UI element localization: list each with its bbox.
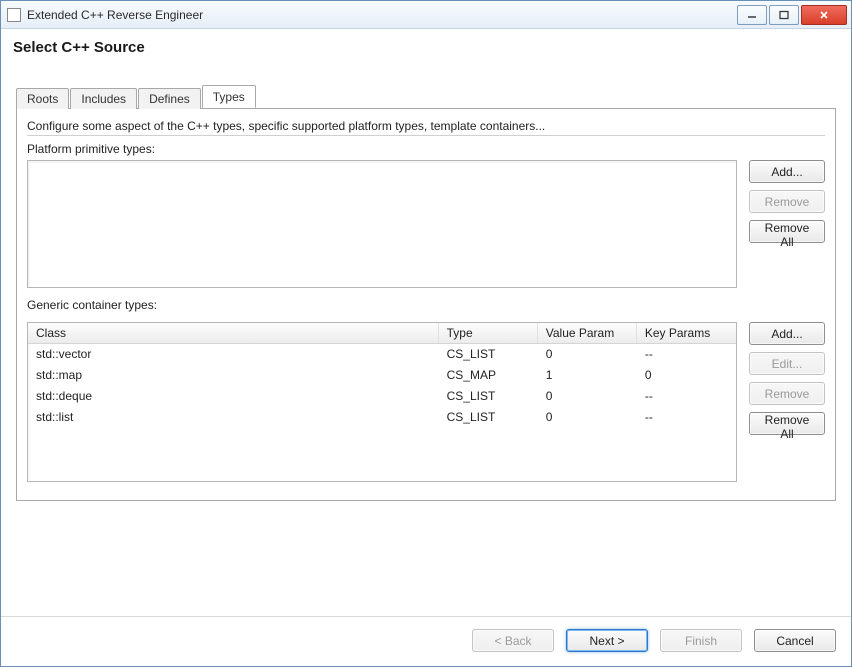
platform-add-button[interactable]: Add... [749,160,825,183]
table-row[interactable]: std::mapCS_MAP10 [28,365,736,386]
app-icon [7,8,21,22]
table-cell: CS_MAP [439,365,538,385]
table-cell: std::list [28,407,439,427]
tab-defines[interactable]: Defines [138,88,201,109]
back-button: < Back [472,629,554,652]
next-button[interactable]: Next > [566,629,648,652]
table-cell: std::deque [28,386,439,406]
cancel-button[interactable]: Cancel [754,629,836,652]
th-type[interactable]: Type [439,323,538,343]
tab-panel: Configure some aspect of the C++ types, … [16,108,836,501]
table-cell: 0 [637,365,736,385]
generic-remove-all-button[interactable]: Remove All [749,412,825,435]
generic-types-label: Generic container types: [27,298,825,312]
window-title: Extended C++ Reverse Engineer [27,8,735,22]
table-cell: -- [637,344,736,364]
description-text: Configure some aspect of the C++ types, … [27,119,825,133]
table-cell: -- [637,386,736,406]
generic-types-table[interactable]: Class Type Value Param Key Params std::v… [27,322,737,482]
table-cell: CS_LIST [439,386,538,406]
titlebar[interactable]: Extended C++ Reverse Engineer [1,1,851,29]
th-class[interactable]: Class [28,323,439,343]
window-controls [735,5,847,25]
table-row[interactable]: std::dequeCS_LIST0-- [28,386,736,407]
tab-roots[interactable]: Roots [16,88,69,109]
table-cell: CS_LIST [439,344,538,364]
generic-edit-button: Edit... [749,352,825,375]
minimize-button[interactable] [737,5,767,25]
table-body: std::vectorCS_LIST0--std::mapCS_MAP10std… [28,344,736,481]
divider [27,135,825,136]
table-cell: std::vector [28,344,439,364]
generic-types-row: Class Type Value Param Key Params std::v… [27,322,825,482]
dialog-window: Extended C++ Reverse Engineer Select C++… [0,0,852,667]
table-cell: 0 [538,386,637,406]
generic-remove-button: Remove [749,382,825,405]
table-header: Class Type Value Param Key Params [28,323,736,344]
table-row[interactable]: std::vectorCS_LIST0-- [28,344,736,365]
generic-add-button[interactable]: Add... [749,322,825,345]
close-button[interactable] [801,5,847,25]
table-row[interactable]: std::listCS_LIST0-- [28,407,736,428]
table-cell: std::map [28,365,439,385]
table-cell: 0 [538,407,637,427]
page-title: Select C++ Source [13,39,839,56]
platform-remove-all-button[interactable]: Remove All [749,220,825,243]
tabstrip: Roots Includes Defines Types [16,86,836,108]
wizard-footer: < Back Next > Finish Cancel [1,616,851,666]
tab-includes[interactable]: Includes [70,88,137,109]
table-cell: 0 [538,344,637,364]
platform-types-row: Add... Remove Remove All [27,160,825,288]
content-area: Roots Includes Defines Types Configure s… [1,86,851,616]
maximize-button[interactable] [769,5,799,25]
platform-types-label: Platform primitive types: [27,142,825,156]
th-value-param[interactable]: Value Param [538,323,637,343]
table-cell: 1 [538,365,637,385]
platform-side-buttons: Add... Remove Remove All [749,160,825,243]
table-cell: -- [637,407,736,427]
finish-button: Finish [660,629,742,652]
header-banner: Select C++ Source [1,29,851,86]
tab-types[interactable]: Types [202,85,256,108]
platform-types-listbox[interactable] [27,160,737,288]
generic-side-buttons: Add... Edit... Remove Remove All [749,322,825,435]
platform-remove-button: Remove [749,190,825,213]
table-cell: CS_LIST [439,407,538,427]
th-key-params[interactable]: Key Params [637,323,736,343]
